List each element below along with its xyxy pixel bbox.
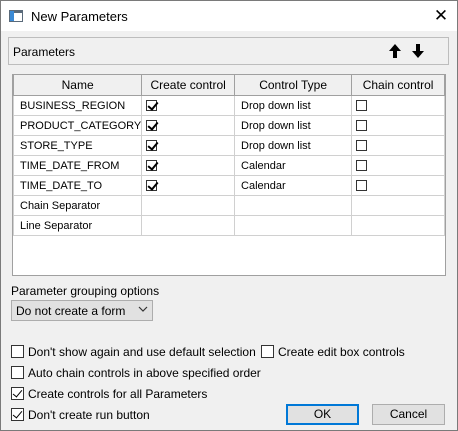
control-type-cell[interactable]: Calendar [234, 155, 353, 176]
param-name-cell: TIME_DATE_FROM [13, 155, 143, 176]
create-control-cell[interactable] [141, 155, 236, 176]
control-type-cell[interactable]: Calendar [234, 175, 353, 196]
table-row[interactable]: TIME_DATE_TO Calendar [13, 175, 445, 196]
param-name-cell: Chain Separator [13, 195, 143, 216]
create-all-label: Create controls for all Parameters [28, 387, 208, 401]
chain-control-cell[interactable] [351, 135, 445, 156]
param-name-cell: STORE_TYPE [13, 135, 143, 156]
chain-control-checkbox[interactable] [356, 120, 368, 132]
dont-show-again-label: Don't show again and use default selecti… [28, 345, 256, 359]
create-control-cell[interactable] [141, 95, 236, 116]
grouping-dropdown[interactable]: Do not create a form [11, 300, 153, 321]
chain-control-cell[interactable] [351, 155, 445, 176]
grouping-selected: Do not create a form [16, 304, 126, 318]
create-control-checkbox[interactable] [146, 100, 158, 112]
checkbox-box[interactable] [11, 366, 24, 379]
parameters-grid: Name Create control Control Type Chain c… [12, 74, 446, 276]
column-header-create-control[interactable]: Create control [141, 75, 236, 96]
param-name-cell: PRODUCT_CATEGORY [13, 115, 143, 136]
control-type-cell[interactable] [234, 215, 353, 236]
table-row[interactable]: STORE_TYPE Drop down list [13, 135, 445, 156]
chain-control-cell[interactable] [351, 175, 445, 196]
auto-chain-label: Auto chain controls in above specified o… [28, 366, 261, 380]
checkbox-box[interactable] [11, 408, 24, 421]
parameters-label: Parameters [13, 45, 76, 59]
arrow-down-icon[interactable] [409, 42, 427, 60]
close-icon[interactable]: ✕ [429, 4, 453, 28]
checkbox-box[interactable] [11, 345, 24, 358]
column-header-control-type[interactable]: Control Type [234, 75, 353, 96]
ok-button[interactable]: OK [286, 404, 359, 425]
table-row[interactable]: TIME_DATE_FROM Calendar [13, 155, 445, 176]
chain-control-cell[interactable] [351, 115, 445, 136]
title-bar: New Parameters ✕ [1, 1, 457, 31]
dont-run-button-label: Don't create run button [28, 408, 150, 422]
chain-control-checkbox[interactable] [356, 140, 368, 152]
param-name-cell: BUSINESS_REGION [13, 95, 143, 116]
param-name-cell: Line Separator [13, 215, 143, 236]
create-control-cell[interactable] [141, 115, 236, 136]
dialog-window: New Parameters ✕ Parameters Name Create … [0, 0, 458, 431]
create-control-checkbox[interactable] [146, 140, 158, 152]
table-row[interactable]: Line Separator [13, 215, 445, 236]
table-row[interactable]: PRODUCT_CATEGORY Drop down list [13, 115, 445, 136]
create-edit-box-label: Create edit box controls [278, 345, 405, 359]
chain-control-checkbox[interactable] [356, 180, 368, 192]
create-control-checkbox[interactable] [146, 180, 158, 192]
cancel-button[interactable]: Cancel [372, 404, 445, 425]
control-type-cell[interactable] [234, 195, 353, 216]
create-control-cell[interactable] [141, 175, 236, 196]
parameters-header: Parameters [8, 37, 449, 65]
control-type-cell[interactable]: Drop down list [234, 95, 353, 116]
control-type-cell[interactable]: Drop down list [234, 135, 353, 156]
column-header-chain-control[interactable]: Chain control [351, 75, 445, 96]
checkbox-box[interactable] [11, 387, 24, 400]
create-control-checkbox[interactable] [146, 120, 158, 132]
chain-control-checkbox[interactable] [356, 100, 368, 112]
param-name-cell: TIME_DATE_TO [13, 175, 143, 196]
arrow-up-icon[interactable] [386, 42, 404, 60]
chevron-down-icon [138, 306, 148, 312]
chain-control-cell[interactable] [351, 195, 445, 216]
chain-control-checkbox[interactable] [356, 160, 368, 172]
grouping-label: Parameter grouping options [11, 284, 160, 298]
create-control-cell[interactable] [141, 195, 236, 216]
parameters-table: Name Create control Control Type Chain c… [13, 75, 445, 236]
chain-control-cell[interactable] [351, 215, 445, 236]
table-row[interactable]: Chain Separator [13, 195, 445, 216]
control-type-cell[interactable]: Drop down list [234, 115, 353, 136]
dialog-title: New Parameters [31, 9, 128, 24]
checkbox-box[interactable] [261, 345, 274, 358]
create-control-checkbox[interactable] [146, 160, 158, 172]
create-control-cell[interactable] [141, 215, 236, 236]
column-header-name[interactable]: Name [13, 75, 143, 96]
table-row[interactable]: BUSINESS_REGION Drop down list [13, 95, 445, 116]
create-control-cell[interactable] [141, 135, 236, 156]
chain-control-cell[interactable] [351, 95, 445, 116]
app-window-icon [9, 10, 23, 22]
